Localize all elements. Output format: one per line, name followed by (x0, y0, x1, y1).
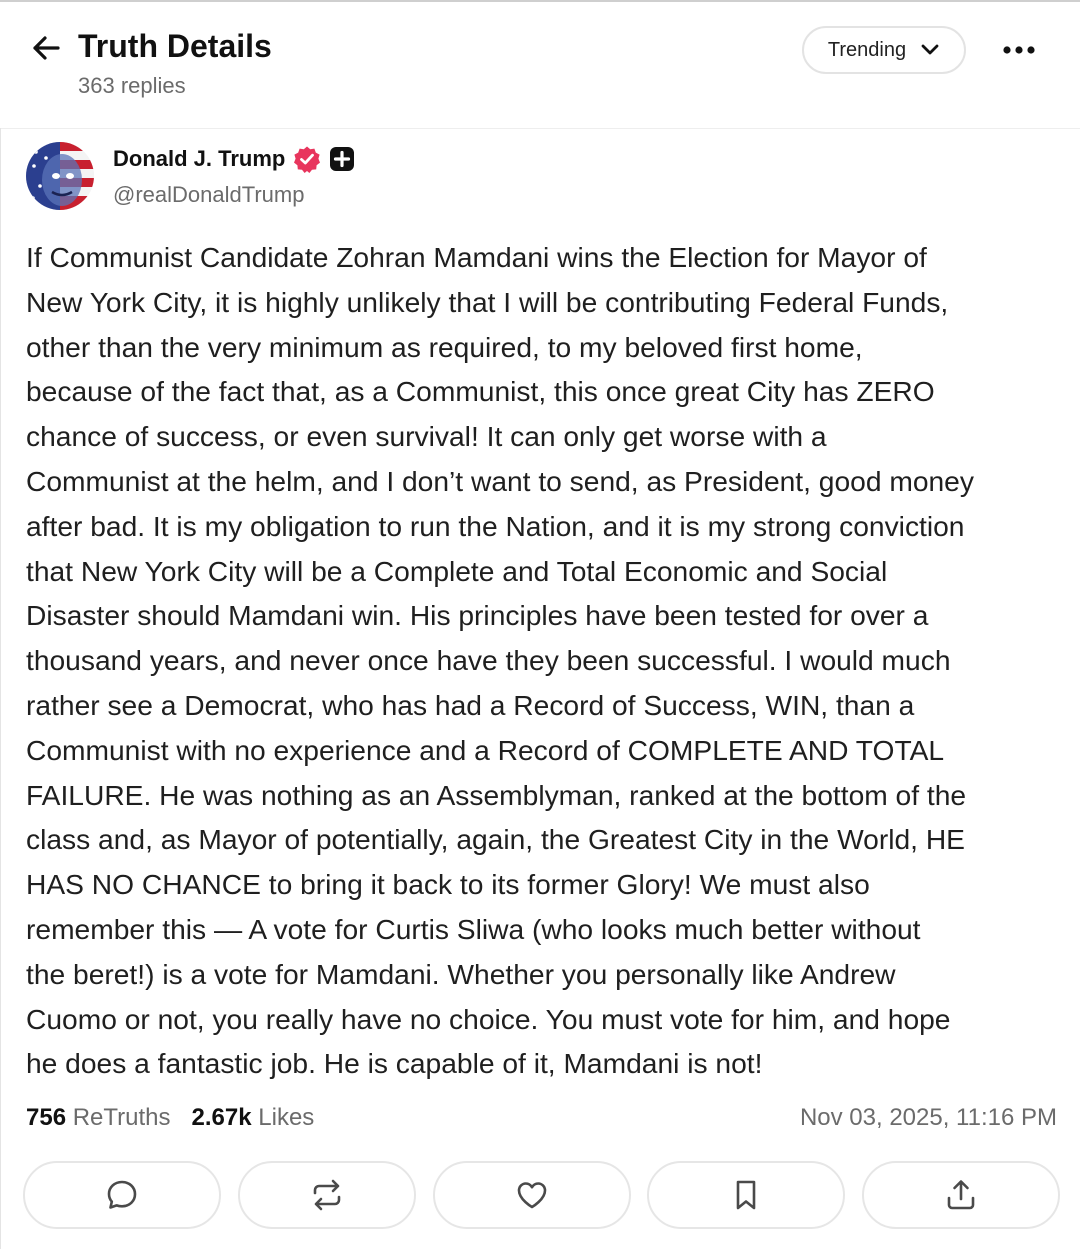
avatar-image (26, 142, 94, 210)
post-stats: 756 ReTruths 2.67k Likes (26, 1104, 314, 1132)
avatar[interactable] (26, 142, 94, 210)
sort-label: Trending (827, 38, 907, 61)
share-icon (947, 1180, 975, 1210)
bookmark-button[interactable] (647, 1161, 846, 1229)
post-timestamp: Nov 03, 2025, 11:16 PM (799, 1104, 1057, 1131)
reply-button[interactable] (23, 1161, 221, 1229)
page-title: Truth Details (78, 28, 272, 64)
verified-badge-icon (294, 146, 321, 173)
thread-edge-line (0, 128, 1, 1249)
share-button[interactable] (862, 1161, 1060, 1229)
more-options-button[interactable] (996, 30, 1042, 70)
action-bar (23, 1161, 1060, 1231)
page-header: Truth Details 363 replies Trending (0, 0, 1080, 128)
header-divider (0, 128, 1080, 129)
back-button[interactable] (26, 30, 66, 66)
retruths-count: 756 (26, 1104, 67, 1131)
author-name-row[interactable]: Donald J. Trump (113, 145, 355, 173)
replies-count: 363 replies (78, 73, 186, 98)
retruth-button[interactable] (237, 1161, 416, 1229)
author-handle[interactable]: @realDonaldTrump (113, 182, 304, 208)
bookmark-icon (736, 1180, 756, 1210)
likes-stat[interactable]: 2.67k Likes (192, 1104, 315, 1132)
sort-dropdown[interactable]: Trending (802, 26, 966, 74)
arrow-left-icon (33, 36, 60, 60)
likes-label: Likes (258, 1104, 315, 1131)
retruths-label: ReTruths (72, 1104, 171, 1131)
post-text: If Communist Candidate Zohran Mamdani wi… (26, 241, 974, 1080)
retruths-stat[interactable]: 756 ReTruths (26, 1104, 171, 1132)
author-name: Donald J. Trump (113, 146, 286, 171)
repost-icon (313, 1179, 341, 1211)
heart-icon (517, 1182, 546, 1209)
chevron-down-icon (921, 44, 939, 55)
likes-count: 2.67k (191, 1104, 252, 1131)
comment-icon (107, 1180, 137, 1209)
like-button[interactable] (432, 1161, 631, 1229)
plus-badge-icon (330, 147, 355, 171)
more-horizontal-icon (1003, 46, 1035, 54)
